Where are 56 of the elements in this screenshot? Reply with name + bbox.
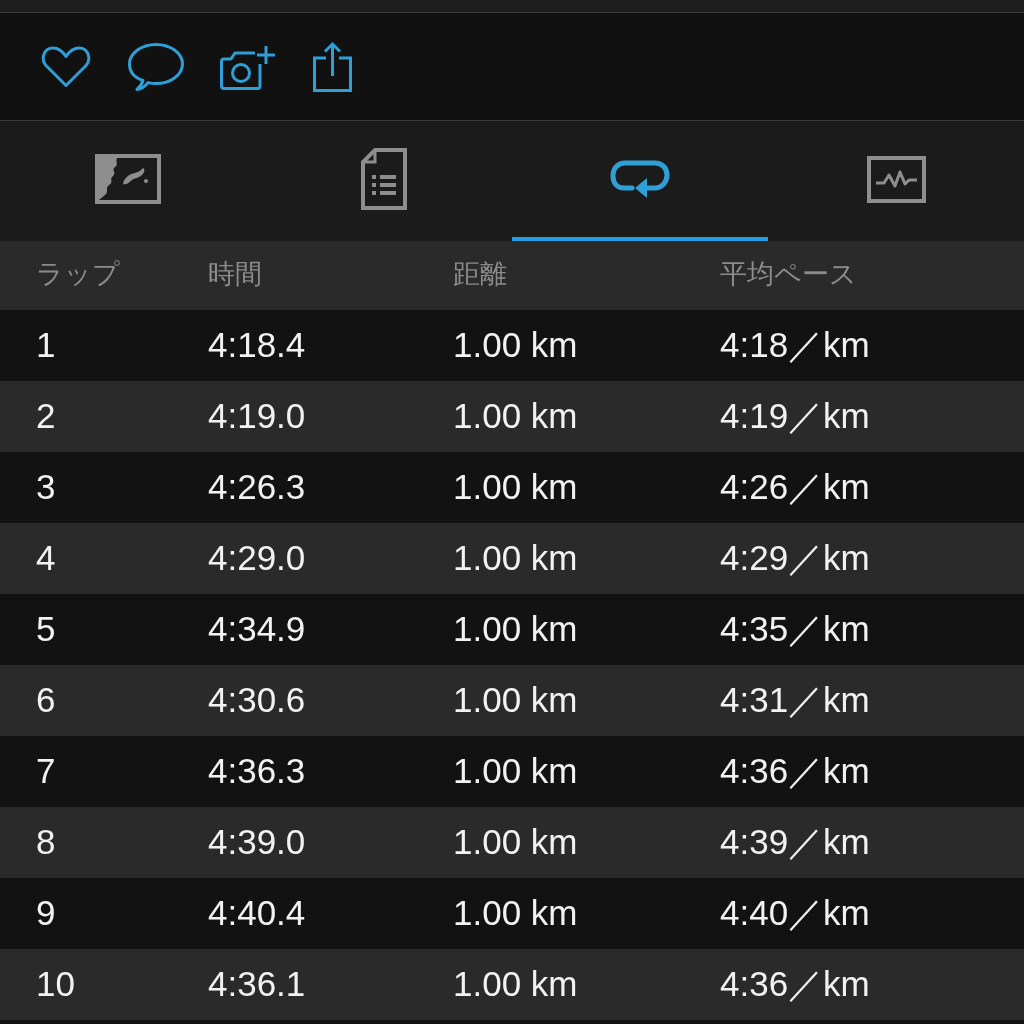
activity-chart-icon bbox=[866, 155, 926, 203]
table-cell: 4:34.9 bbox=[208, 609, 306, 648]
table-cell: 4:36.1 bbox=[208, 964, 306, 1003]
add-photo-button[interactable] bbox=[220, 43, 277, 90]
table-cell: 5 bbox=[36, 609, 56, 648]
table-cell: 10 bbox=[36, 964, 75, 1003]
column-header: 距離 bbox=[453, 259, 507, 289]
table-cell: 6 bbox=[36, 680, 56, 719]
table-cell: 4:36.3 bbox=[208, 751, 306, 790]
loop-arrow-icon bbox=[610, 158, 670, 200]
table-cell: 1 bbox=[36, 325, 56, 364]
table-cell: 4:36／km bbox=[720, 964, 870, 1003]
table-cell: 4:19.0 bbox=[208, 396, 306, 435]
column-header: 時間 bbox=[208, 259, 262, 289]
table-cell: 1.00 km bbox=[453, 964, 578, 1003]
table-cell: 1.00 km bbox=[453, 680, 578, 719]
table-cell: 9 bbox=[36, 893, 56, 932]
table-cell: 4:29／km bbox=[720, 538, 870, 577]
table-cell: 4:36／km bbox=[720, 751, 870, 790]
table-cell: 4:19／km bbox=[720, 396, 870, 435]
table-cell: 4:30.6 bbox=[208, 680, 306, 719]
table-cell: 1.00 km bbox=[453, 467, 578, 506]
table-cell: 1.00 km bbox=[453, 751, 578, 790]
table-cell: 4 bbox=[36, 538, 56, 577]
like-button[interactable] bbox=[40, 45, 92, 88]
table-cell: 7 bbox=[36, 751, 56, 790]
table-cell: 1.00 km bbox=[453, 893, 578, 932]
table-cell: 2 bbox=[36, 396, 56, 435]
share-button[interactable] bbox=[313, 41, 352, 92]
heart-icon bbox=[40, 45, 92, 88]
table-cell: 4:40／km bbox=[720, 893, 870, 932]
table-cell: 4:26.3 bbox=[208, 467, 306, 506]
table-cell: 1.00 km bbox=[453, 325, 578, 364]
table-cell: 4:31／km bbox=[720, 680, 870, 719]
comment-button[interactable] bbox=[128, 42, 184, 91]
share-icon bbox=[313, 41, 352, 92]
table-cell: 4:40.4 bbox=[208, 893, 306, 932]
map-icon bbox=[95, 154, 161, 204]
table-cell: 1.00 km bbox=[453, 396, 578, 435]
document-list-icon bbox=[361, 148, 407, 210]
table-cell: 4:26／km bbox=[720, 467, 870, 506]
camera-plus-icon bbox=[220, 43, 277, 90]
table-cell: 8 bbox=[36, 822, 56, 861]
table-cell: 1.00 km bbox=[453, 538, 578, 577]
table-cell: 1.00 km bbox=[453, 822, 578, 861]
table-cell: 1.00 km bbox=[453, 609, 578, 648]
table-cell: 4:39.0 bbox=[208, 822, 306, 861]
table-cell: 4:35／km bbox=[720, 609, 870, 648]
table-cell: 4:18.4 bbox=[208, 325, 306, 364]
column-header: 平均ペース bbox=[720, 259, 857, 289]
table-cell: 4:29.0 bbox=[208, 538, 306, 577]
table-cell: 4:18／km bbox=[720, 325, 870, 364]
column-header: ラップ bbox=[36, 259, 120, 289]
speech-bubble-icon bbox=[128, 42, 184, 91]
table-cell: 4:39／km bbox=[720, 822, 870, 861]
table-cell: 3 bbox=[36, 467, 56, 506]
